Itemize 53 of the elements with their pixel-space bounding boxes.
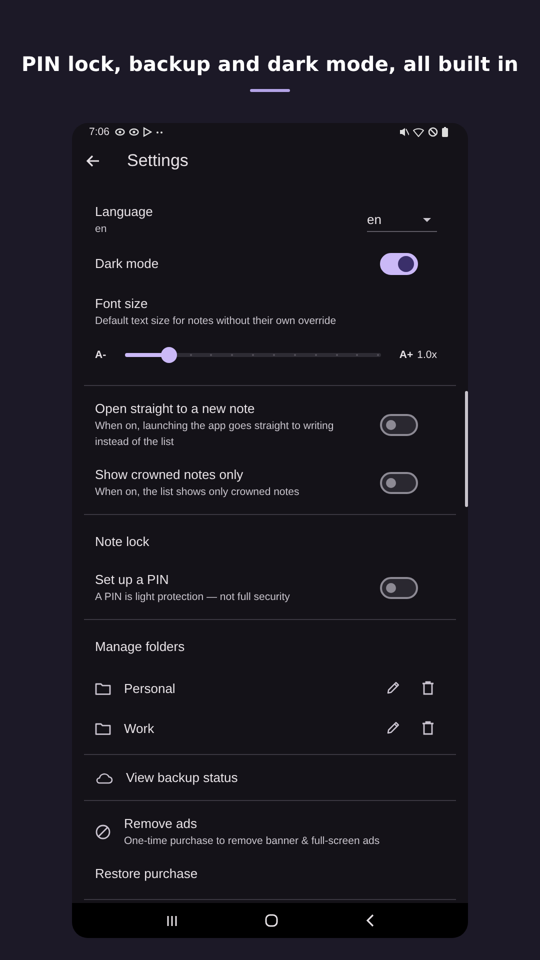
- setting-title: Show crowned notes only: [95, 466, 244, 484]
- screen-title: Settings: [127, 151, 188, 171]
- language-dropdown[interactable]: en: [367, 208, 437, 232]
- font-size-slider[interactable]: [125, 347, 382, 363]
- more-dots-icon: [156, 130, 164, 134]
- slider-reading: 1.0x: [417, 349, 437, 361]
- slider-max-label: A+: [399, 349, 414, 361]
- accent-bar: [250, 89, 290, 92]
- battery-icon: [442, 127, 448, 137]
- toggle-switch[interactable]: [380, 414, 418, 436]
- trash-icon: [422, 721, 434, 735]
- section-header: Manage folders: [95, 638, 185, 656]
- toggle-switch[interactable]: [380, 472, 418, 494]
- setting-title: Restore purchase: [95, 865, 199, 883]
- back-arrow-icon: [86, 155, 100, 167]
- setting-description: One-time purchase to remove banner & full-screen ads: [124, 834, 381, 849]
- setting-title: Language: [95, 203, 154, 221]
- setting-description: When on, the list shows only crowned notes: [95, 485, 300, 500]
- setting-title: View backup status: [126, 770, 239, 785]
- cloud-icon: [95, 772, 113, 784]
- setting-description: A PIN is light protection — not full security: [95, 590, 291, 605]
- blocked-icon: [428, 127, 438, 137]
- folder-name: Work: [124, 720, 156, 736]
- folder-icon: [95, 682, 111, 694]
- pencil-icon: [386, 681, 400, 695]
- setting-description: Default text size for notes without their own override: [95, 314, 338, 329]
- setting-title: Open straight to a new note: [95, 400, 256, 418]
- eye-icon: [115, 128, 126, 136]
- setting-description: en: [95, 222, 108, 237]
- setting-title: Set up a PIN: [95, 571, 170, 589]
- section-header: Note lock: [95, 533, 150, 551]
- home-icon[interactable]: [265, 914, 278, 927]
- status-time: 7:06: [89, 126, 110, 138]
- wifi-icon: [413, 127, 424, 137]
- toggle-switch[interactable]: [380, 253, 418, 275]
- pencil-icon: [386, 721, 400, 735]
- folder-icon: [95, 722, 111, 734]
- trash-icon: [422, 681, 434, 695]
- caret-icon: [423, 218, 431, 222]
- toggle-switch[interactable]: [380, 577, 418, 599]
- folder-name: Personal: [124, 680, 176, 696]
- setting-title: Font size: [95, 295, 149, 313]
- back-icon[interactable]: [366, 914, 374, 927]
- setting-description: When on, launching the app goes straight to writing instead of the list: [95, 419, 335, 450]
- play-icon: [143, 127, 152, 137]
- recents-icon[interactable]: [166, 914, 178, 926]
- setting-title: Remove ads: [124, 815, 198, 833]
- eye-icon: [129, 128, 140, 136]
- headline: PIN lock, backup and dark mode, all built in: [21, 52, 519, 76]
- slider-min-label: A-: [95, 349, 108, 361]
- prohibited-icon: [95, 824, 111, 840]
- mute-icon: [399, 127, 409, 137]
- setting-title: Dark mode: [95, 255, 160, 273]
